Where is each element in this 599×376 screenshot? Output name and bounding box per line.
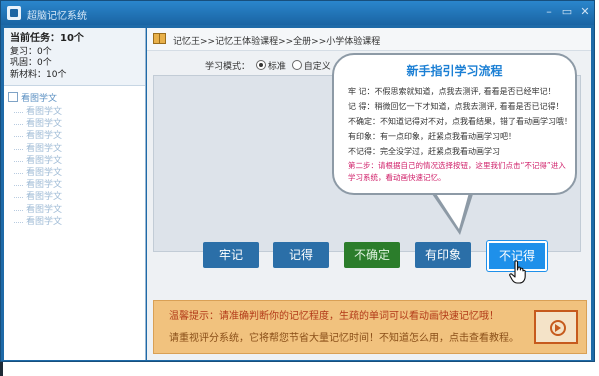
app-logo-icon xyxy=(7,6,21,20)
tip-line-2[interactable]: 请重视评分系统，它将帮您节省大量记忆时间！不知道怎么用，点击查看教程。 xyxy=(169,329,519,344)
custom-label[interactable]: 自定义 xyxy=(304,62,331,72)
guide-step-two: 第二步：请根据自己的情况选择按钮，这里我们点击“不记得”进入学习系统，看动画快速… xyxy=(348,161,566,182)
current-task-count: 当前任务：10个 xyxy=(10,33,84,44)
left-panel: 当前任务：10个 复习：0个 巩固：0个 新材料：10个 看图学文 看图学文 看… xyxy=(4,28,146,360)
bubble-tail-inner xyxy=(433,189,470,229)
tip-panel: 温馨提示：请准确判断你的记忆程度，生疏的单词可以看动画快速记忆哦！ 请重视评分系… xyxy=(153,300,587,354)
tip-line-1: 温馨提示：请准确判断你的记忆程度，生疏的单词可以看动画快速记忆哦！ xyxy=(169,311,499,322)
breadcrumb-bar: 记忆王>>记忆王体验课程>>全册>>小学体验课程 xyxy=(147,28,591,51)
radio-custom[interactable] xyxy=(291,60,302,70)
tree-item[interactable]: 看图学文 xyxy=(8,191,145,203)
guide-title: 新手指引学习流程 xyxy=(406,64,503,78)
tree-item[interactable]: 看图学文 xyxy=(8,216,145,228)
impression-button[interactable]: 有印象 xyxy=(415,242,471,268)
restore-icon[interactable]: ▭ xyxy=(559,4,575,20)
study-mode: 学习模式： 标准 自定义 xyxy=(205,59,331,72)
tree-item[interactable]: 看图学文 xyxy=(8,167,145,179)
tutorial-video-button[interactable] xyxy=(534,310,578,344)
know-button[interactable]: 记得 xyxy=(273,242,329,268)
tree-item[interactable]: 看图学文 xyxy=(8,106,145,118)
tree-item[interactable]: 看图学文 xyxy=(8,130,145,142)
play-icon xyxy=(555,324,561,332)
book-icon xyxy=(153,33,166,44)
guide-line-unsure: 不确定：不知道记得对不对，点我看结果，错了看动画学习哦！ xyxy=(348,117,572,126)
unsure-button[interactable]: 不确定 xyxy=(344,242,400,268)
expand-icon[interactable] xyxy=(8,92,18,102)
desktop-edge xyxy=(0,362,3,376)
guide-line-forgot: 不记得：完全没学过，赶紧点我看动画学习 xyxy=(348,147,500,156)
breadcrumb[interactable]: 记忆王>>记忆王体验课程>>全册>>小学体验课程 xyxy=(173,34,380,47)
tree-item[interactable]: 看图学文 xyxy=(8,143,145,155)
tree-root-label: 看图学文 xyxy=(21,94,58,104)
minimize-icon[interactable]: – xyxy=(541,4,557,20)
hand-cursor-icon xyxy=(509,260,526,284)
guide-line-know: 记 得：稍微回忆一下才知道，点我去测评, 看看是否已记得！ xyxy=(348,102,564,111)
tree-item[interactable]: 看图学文 xyxy=(8,204,145,216)
window-title: 超脑记忆系统 xyxy=(27,11,87,22)
guide-line-remember: 牢 记：不假思索就知道，点我去测评, 看看是否已经牢记！ xyxy=(348,87,556,96)
title-bar: 超脑记忆系统 – ▭ ✕ xyxy=(1,1,594,25)
app-window: 超脑记忆系统 – ▭ ✕ 当前任务：10个 复习：0个 巩固：0个 新材料：10… xyxy=(0,0,595,362)
lesson-tree: 看图学文 看图学文 看图学文 看图学文 看图学文 看图学文 看图学文 看图学文 … xyxy=(4,86,145,228)
tree-item[interactable]: 看图学文 xyxy=(8,179,145,191)
study-mode-label: 学习模式： xyxy=(205,62,251,72)
guide-bubble: 新手指引学习流程 牢 记：不假思索就知道，点我去测评, 看看是否已经牢记！ 记 … xyxy=(332,53,577,195)
close-icon[interactable]: ✕ xyxy=(577,4,593,20)
radio-standard[interactable] xyxy=(255,60,266,70)
tree-item[interactable]: 看图学文 xyxy=(8,155,145,167)
consolidate-count: 巩固：0个 xyxy=(10,58,52,68)
desktop-background xyxy=(0,362,599,376)
tree-root[interactable]: 看图学文 xyxy=(8,92,145,106)
task-stats: 当前任务：10个 复习：0个 巩固：0个 新材料：10个 xyxy=(4,28,145,86)
tree-item[interactable]: 看图学文 xyxy=(8,118,145,130)
guide-line-impression: 有印象：有一点印象，赶紧点我看动画学习吧！ xyxy=(348,132,516,141)
new-material-count: 新材料：10个 xyxy=(10,69,67,80)
standard-label[interactable]: 标准 xyxy=(268,62,286,72)
remember-button[interactable]: 牢记 xyxy=(203,242,259,268)
review-count: 复习：0个 xyxy=(10,46,52,57)
